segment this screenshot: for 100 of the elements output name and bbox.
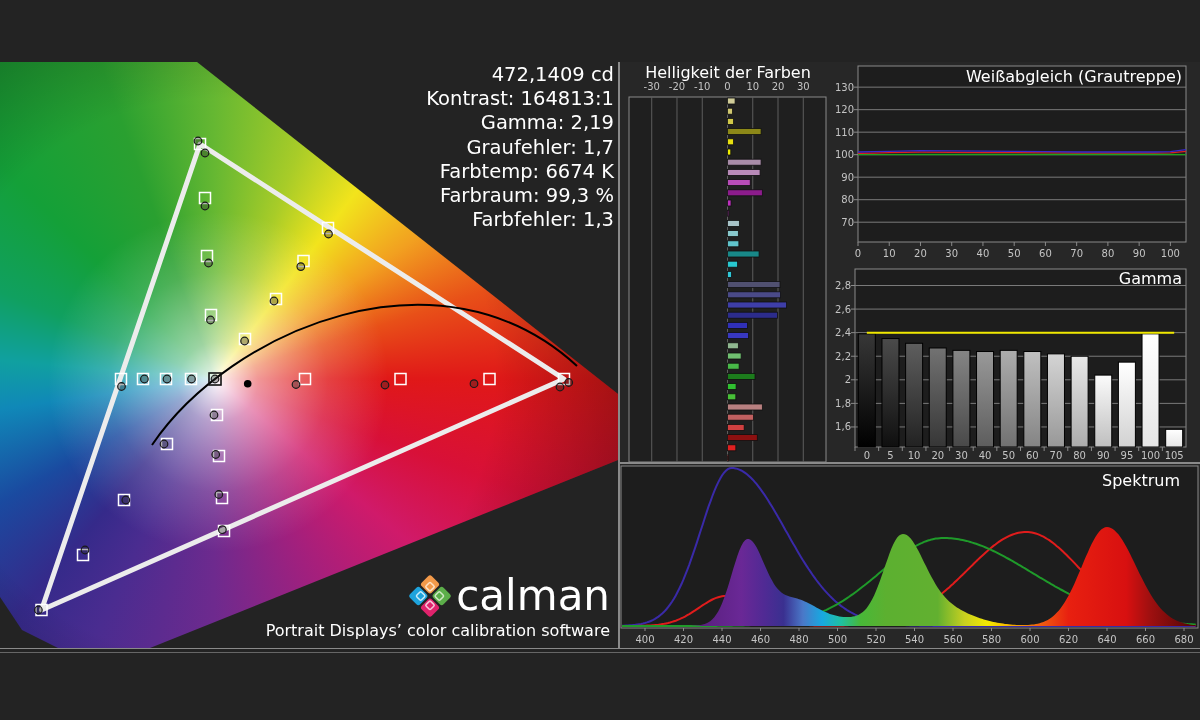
tick-label: 640 [1097,634,1117,645]
tick-label: 600 [1020,634,1040,645]
measurement-marker [564,378,574,387]
tick-label: 90 [1096,450,1110,461]
brightness-bar [727,107,733,115]
brightness-bar [727,209,730,217]
brightness-bar [727,260,738,268]
tick-label: 440 [712,634,732,645]
tick-label: 100 [1160,248,1180,259]
stat-text: Gamma: 2,19 [480,111,614,136]
measurement-marker [209,410,219,420]
tick-label: 580 [981,634,1002,645]
stat-text: Kontrast: 164813:1 [426,87,614,112]
measurement-marker [324,229,333,239]
chart-title: Helligkeit der Farben [645,63,811,82]
target-marker [117,493,131,507]
tick-label: 2,8 [835,280,851,291]
target-marker [212,449,226,463]
tick-label: 500 [827,634,848,645]
brightness-bar [727,118,734,125]
logo-wordmark: calman [456,573,610,619]
tick-label: 30 [796,81,810,92]
tick-label: 80 [1073,450,1086,461]
tick-label: 10 [907,450,921,461]
tick-label: 70 [841,216,854,228]
tick-label: 80 [1101,248,1115,259]
target-marker [394,372,407,386]
brightness-bar [727,393,737,401]
target-marker [210,408,224,422]
tick-label: 100 [834,149,854,161]
tick-label: 90 [841,171,854,183]
tick-label: 620 [1058,634,1079,645]
measurement-marker [469,379,479,389]
measurement-marker [117,382,126,391]
tick-label: 0 [863,450,870,461]
brightness-bar [727,189,763,197]
measurement-marker [204,258,213,268]
brightness-bar [727,220,740,227]
tick-label: 460 [750,634,771,645]
chart-title: Spektrum [1102,471,1180,490]
measurement-marker [159,439,169,449]
brightness-bar [727,148,732,156]
measurement-marker [211,450,221,459]
target-marker [198,191,212,205]
tick-label: 1,6 [835,421,851,433]
tick-label: 40 [978,450,992,461]
tick-label: 0 [854,248,862,259]
brightness-bar [727,373,756,380]
target-marker [136,372,150,386]
measurement-marker [206,315,215,325]
tick-label: 130 [834,81,854,93]
brightness-bar [727,444,737,452]
measurement-marker [243,379,252,388]
tick-label: 5 [887,450,894,461]
target-marker [298,372,312,386]
tick-label: 50 [1002,450,1016,461]
brightness-bar [727,301,787,309]
tick-label: 60 [1039,248,1052,259]
tick-label: 20 [914,248,927,259]
measurement-marker [380,380,390,390]
tick-label: 540 [904,634,925,645]
measurement-marker [200,148,210,158]
measurement-marker [121,495,131,505]
tick-label: 80 [841,194,854,206]
tick-label: 30 [945,248,959,259]
tick-label: 70 [1070,248,1084,259]
tick-label: 120 [834,104,854,116]
target-marker [204,308,218,322]
target-marker [193,137,207,151]
tick-label: 480 [789,634,809,645]
tick-label: 105 [1164,450,1184,461]
brightness-bar [727,322,748,329]
target-marker [297,254,310,268]
tick-label: 660 [1135,634,1156,645]
measurement-marker [218,525,227,535]
target-marker [200,249,214,263]
brightness-bar [727,403,763,411]
tick-label: 1,8 [835,397,851,409]
chart-title: Weißabgleich (Grautreppe) [965,67,1182,86]
tick-label: 95 [1120,450,1134,461]
target-marker [215,491,229,505]
brightness-bar [727,271,732,278]
stat-text: 472,1409 cd [491,63,614,88]
tick-label: -10 [694,81,711,92]
tick-label: 0 [724,81,731,92]
measurement-marker [80,545,90,555]
brightness-bar [727,424,745,431]
tick-label: 70 [1049,450,1063,461]
stat-text: Farbraum: 99,3 % [440,184,614,209]
tick-label: 100 [1141,450,1161,461]
measurement-marker [296,262,306,271]
measurement-marker [214,490,224,499]
target-marker [160,437,174,451]
tick-label: 90 [1132,248,1146,259]
target-marker [557,372,571,386]
target-marker [114,372,128,386]
tick-label: 2,6 [835,303,851,315]
measurement-marker [34,605,43,615]
brightness-bar [727,199,732,207]
brightness-bar [727,250,760,258]
